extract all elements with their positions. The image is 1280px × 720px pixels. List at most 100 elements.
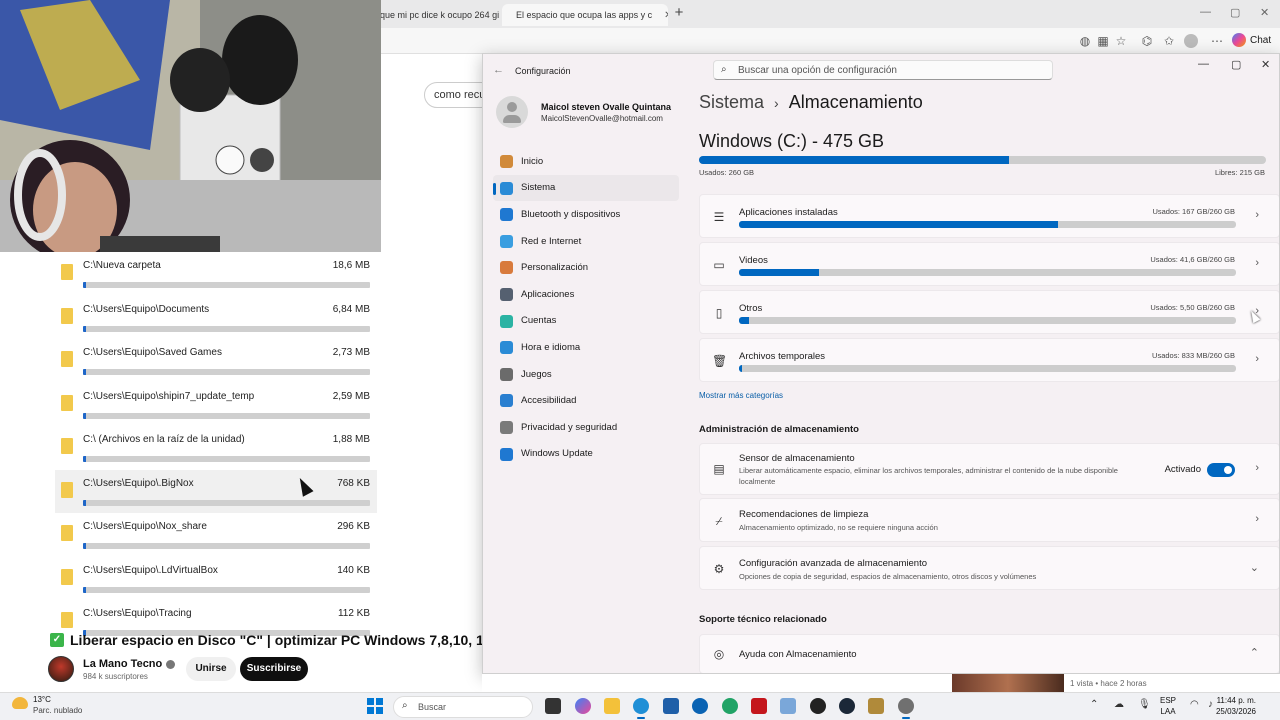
channel-name[interactable]: La Mano Tecno	[83, 658, 176, 670]
favorites-list-icon[interactable]: ✩	[1162, 34, 1176, 48]
more-menu-icon[interactable]: ⋯	[1210, 34, 1224, 48]
nav-item-cuentas[interactable]: Cuentas	[493, 308, 679, 335]
nav-item-label: Accesibilidad	[521, 395, 577, 407]
nav-item-aplicaciones[interactable]: Aplicaciones	[493, 281, 679, 308]
nav-item-label: Hora e idioma	[521, 341, 581, 353]
cleanup-recommendations-card[interactable]: ⌿ Recomendaciones de limpieza Almacenami…	[699, 498, 1279, 542]
chevron-up-icon[interactable]: ⌃	[1090, 699, 1098, 710]
profile-avatar-icon[interactable]	[1184, 34, 1198, 48]
webcam-image	[0, 0, 381, 252]
start-button[interactable]	[367, 698, 383, 714]
mcafee-icon[interactable]	[751, 698, 767, 714]
store-icon[interactable]	[663, 698, 679, 714]
chevron-right-icon: ›	[1255, 209, 1259, 221]
webcam-overlay	[0, 0, 381, 252]
clock[interactable]: 11:44 p. m. 25/03/2026	[1216, 695, 1256, 717]
storage-category[interactable]: ▭ Videos Usados: 41,6 GB/260 GB ›	[699, 242, 1279, 286]
folder-row[interactable]: C:\ (Archivos en la raíz de la unidad) 1,…	[55, 426, 377, 470]
user-avatar[interactable]	[496, 96, 528, 128]
nav-item-label: Aplicaciones	[521, 288, 575, 300]
storage-category[interactable]: ☰ Aplicaciones instaladas Usados: 167 GB/2…	[699, 194, 1279, 238]
edge-icon[interactable]	[633, 698, 649, 719]
split-screen-icon[interactable]: ▦	[1096, 34, 1110, 48]
nav-item-accesibilidad[interactable]: Accesibilidad	[493, 387, 679, 414]
drive-usage-bar	[699, 156, 1266, 164]
new-tab-button[interactable]: +	[670, 4, 688, 22]
maximize-icon[interactable]: ▢	[1231, 58, 1241, 71]
nav-item-red[interactable]: Red e Internet	[493, 228, 679, 255]
task-view-icon[interactable]	[545, 698, 561, 714]
browser-extension-icon[interactable]: ⌬	[1140, 34, 1154, 48]
app-icon[interactable]	[780, 698, 796, 714]
storage-category[interactable]: ▯ Otros Usados: 5,50 GB/260 GB ›	[699, 290, 1279, 334]
category-label: Aplicaciones instaladas	[739, 207, 838, 218]
file-explorer-icon[interactable]	[604, 698, 620, 714]
nav-item-juegos[interactable]: Juegos	[493, 361, 679, 388]
join-button[interactable]: Unirse	[186, 657, 236, 681]
browser-tab-active[interactable]: El espacio que ocupa las apps y c ✕	[502, 4, 668, 26]
folder-row[interactable]: C:\Nueva carpeta 18,6 MB	[55, 252, 377, 296]
video-title: ✓ Liberar espacio en Disco "C" | optimiz…	[50, 632, 531, 648]
subscribe-button[interactable]: Suscribirse	[240, 657, 308, 681]
folder-row[interactable]: C:\Users\Equipo\shipin7_update_temp 2,59 …	[55, 383, 377, 427]
breadcrumb-parent[interactable]: Sistema	[699, 92, 764, 112]
language-indicator[interactable]: ESP LAA	[1160, 695, 1176, 717]
chevron-right-icon: ›	[1255, 257, 1259, 269]
extension-icon[interactable]: ◍	[1078, 34, 1092, 48]
folder-usage-bar	[83, 412, 370, 419]
folder-row[interactable]: C:\Users\Equipo\Documents 6,84 MB	[55, 296, 377, 340]
settings-search-input[interactable]: ⌕ Buscar una opción de configuración	[713, 60, 1053, 80]
advanced-storage-card[interactable]: ⚙ Configuración avanzada de almacenamien…	[699, 546, 1279, 590]
volume-icon[interactable]: ♪	[1208, 699, 1213, 710]
video-title-text: Liberar espacio en Disco "C" | optimizar…	[70, 632, 531, 648]
show-more-categories-link[interactable]: Mostrar más categorías	[699, 391, 783, 400]
storage-category[interactable]: 🗑 Archivos temporales Usados: 833 MB/260 G…	[699, 338, 1279, 382]
category-usage-fill	[739, 269, 819, 276]
folder-row[interactable]: C:\Users\Equipo\.BigNox 768 KB	[55, 469, 377, 513]
back-arrow-icon[interactable]: ←	[493, 64, 504, 76]
nav-item-bluetooth[interactable]: Bluetooth y dispositivos	[493, 201, 679, 228]
storage-sense-desc: Liberar automáticamente espacio, elimina…	[739, 466, 1118, 486]
nav-item-privacidad[interactable]: Privacidad y seguridad	[493, 414, 679, 441]
copilot-chat-button[interactable]: Chat	[1232, 33, 1271, 47]
close-icon[interactable]: ✕	[1260, 6, 1269, 19]
media-app-icon[interactable]	[810, 698, 826, 714]
category-usage-fill	[739, 317, 750, 324]
settings-gear-icon[interactable]	[898, 698, 914, 719]
nav-item-sistema[interactable]: Sistema	[493, 174, 679, 202]
onedrive-icon[interactable]: ☁	[1114, 699, 1124, 710]
nav-item-personalización[interactable]: Personalización	[493, 254, 679, 281]
taskbar-search[interactable]: ⌕ Buscar	[393, 696, 533, 718]
steam-icon[interactable]	[839, 698, 855, 714]
nav-item-inicio[interactable]: Inicio	[493, 148, 679, 175]
browser-tab[interactable]: que mi pc dice k ocupo 264 gi	[372, 4, 500, 26]
nav-item-windows[interactable]: Windows Update	[493, 441, 679, 468]
folder-size: 2,59 MB	[332, 390, 370, 402]
chrome-icon[interactable]	[722, 698, 738, 714]
folder-row[interactable]: C:\Users\Equipo\.LdVirtualBox 140 KB	[55, 557, 377, 601]
copilot-icon[interactable]	[575, 698, 591, 714]
globe-icon: ◎	[713, 647, 725, 661]
checkmark-icon: ✓	[50, 633, 64, 647]
video-thumbnail[interactable]	[952, 674, 1064, 692]
microphone-icon[interactable]: 🎙	[1138, 699, 1151, 710]
close-tab-icon[interactable]: ✕	[664, 10, 668, 21]
wifi-icon[interactable]: ◠	[1190, 699, 1199, 710]
storage-help-card[interactable]: ◎ Ayuda con Almacenamiento ⌃	[699, 634, 1279, 673]
weather-icon[interactable]	[12, 697, 28, 709]
maximize-icon[interactable]: ▢	[1230, 6, 1240, 19]
channel-avatar[interactable]	[48, 656, 74, 682]
storage-sense-toggle[interactable]	[1207, 463, 1235, 477]
storage-sense-card[interactable]: ▤ Sensor de almacenamiento Liberar autom…	[699, 443, 1279, 495]
favorite-icon[interactable]: ☆	[1114, 34, 1128, 48]
minimize-icon[interactable]: —	[1198, 58, 1209, 70]
minimize-icon[interactable]: —	[1200, 6, 1211, 18]
home-icon	[500, 155, 513, 168]
folder-row[interactable]: C:\Users\Equipo\Saved Games 2,73 MB	[55, 339, 377, 383]
shield-icon	[500, 420, 513, 434]
game-app-icon[interactable]	[868, 698, 884, 714]
folder-row[interactable]: C:\Users\Equipo\Nox_share 296 KB	[55, 513, 377, 557]
nav-item-hora[interactable]: Hora e idioma	[493, 334, 679, 361]
close-icon[interactable]: ✕	[1261, 58, 1270, 71]
hp-icon[interactable]	[692, 698, 708, 714]
